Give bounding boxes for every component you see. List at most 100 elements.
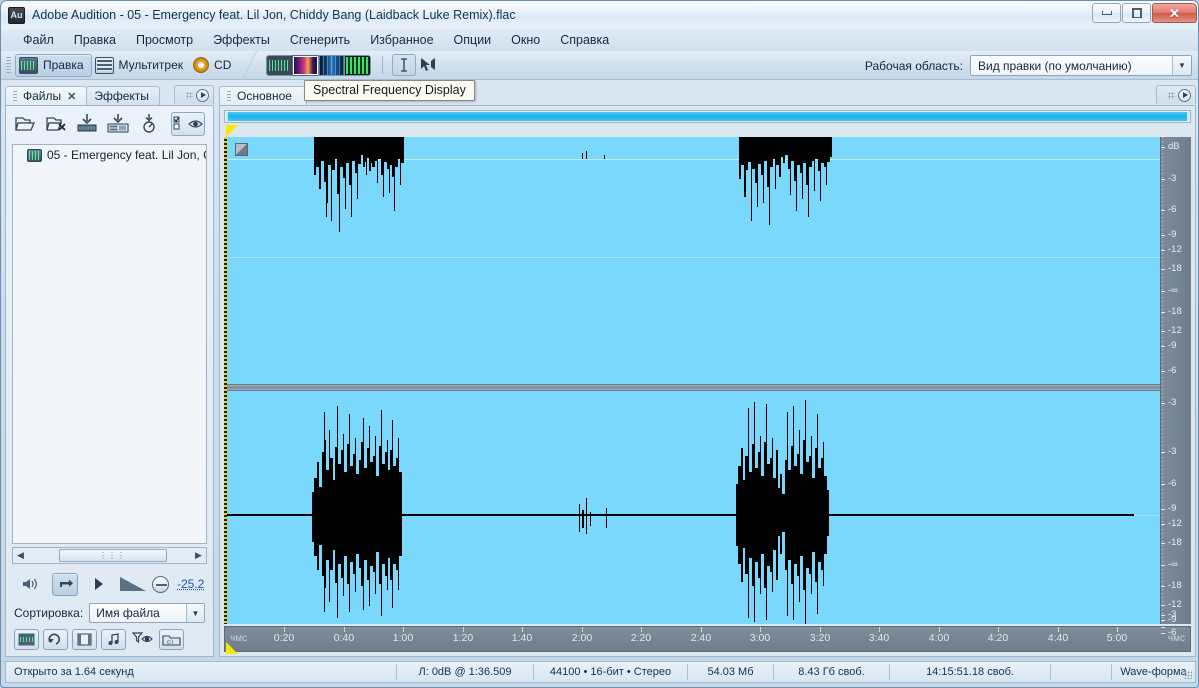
time-tick-label: 0:40: [333, 632, 355, 644]
workspace-label: Рабочая область:: [864, 58, 963, 73]
time-tick-label: 2:40: [690, 632, 712, 644]
menu-item-file[interactable]: Файл: [13, 31, 64, 49]
tab-effects[interactable]: Эффекты: [86, 86, 160, 105]
filter-midi-icon[interactable]: [101, 628, 126, 650]
files-panel-menu[interactable]: [174, 85, 214, 104]
close-icon[interactable]: ✕: [67, 90, 76, 103]
mode-button-cd[interactable]: CD: [190, 54, 238, 77]
filter-folder-icon[interactable]: c:\: [159, 628, 184, 650]
workspace-select[interactable]: Вид правки (по умолчанию) ▼: [970, 55, 1192, 76]
restore-icon: [1131, 8, 1142, 18]
view-mode[interactable]: Wave-форма: [1112, 662, 1195, 682]
waveform-display[interactable]: [224, 137, 1191, 624]
spectral-phase-view-button[interactable]: [344, 54, 372, 76]
volume-value[interactable]: -25.2: [177, 577, 204, 591]
panel-menu-icon[interactable]: [1178, 88, 1191, 102]
db-tick-label: -12: [1168, 518, 1182, 529]
free-time[interactable]: 14:15:51.18 своб.: [890, 662, 1050, 682]
db-tick-label: -6: [1168, 204, 1177, 215]
waveform-right-channel: [224, 400, 1134, 624]
filter-view-icon[interactable]: [130, 629, 155, 650]
audio-format[interactable]: 44100 • 16-бит • Стерео: [534, 662, 687, 682]
play-button[interactable]: [86, 573, 112, 596]
mode-button-edit[interactable]: Правка: [15, 53, 92, 77]
chevron-down-icon[interactable]: ▼: [186, 604, 204, 622]
file-size[interactable]: 54.03 Мб: [688, 662, 773, 682]
volume-knob[interactable]: [152, 575, 169, 593]
panel-menu-icon[interactable]: [196, 88, 209, 102]
waveform-view-button[interactable]: [266, 54, 294, 76]
time-tick-label: 2:20: [630, 632, 652, 644]
menu-item-help[interactable]: Справка: [550, 31, 619, 49]
playhead-start-marker-icon[interactable]: [226, 125, 238, 137]
preview-speaker-button[interactable]: [18, 573, 44, 596]
marquee-cursor-icon: [421, 58, 436, 71]
close-button[interactable]: ✕: [1152, 3, 1197, 23]
time-selection-tool-button[interactable]: [392, 54, 417, 76]
spectral-frequency-view-button[interactable]: [292, 54, 320, 76]
svg-text:c:\: c:\: [167, 640, 174, 646]
menu-item-effects[interactable]: Эффекты: [203, 31, 280, 49]
scrollbar-thumb[interactable]: [226, 112, 1189, 121]
time-tick-label: 2:00: [571, 632, 593, 644]
tab-files[interactable]: Файлы ✕: [5, 86, 88, 105]
toolbar-grip[interactable]: [6, 56, 11, 74]
channel-resize-handle-left[interactable]: [235, 143, 248, 156]
mode-button-multitrack[interactable]: Мультитрек: [92, 54, 190, 77]
menu-item-favorites[interactable]: Избранное: [360, 31, 443, 49]
db-tick-label: -9: [1168, 340, 1177, 351]
minimize-button[interactable]: [1092, 3, 1121, 23]
minimize-icon: [1101, 11, 1112, 15]
show-columns-icon[interactable]: [171, 112, 205, 136]
files-panel-body: 05 - Emergency feat. Lil Jon, Chid ◀ ⋮⋮⋮…: [5, 105, 214, 657]
menu-item-edit[interactable]: Правка: [64, 31, 126, 49]
files-list-hscrollbar[interactable]: ◀ ⋮⋮⋮ ▶: [12, 547, 207, 564]
filter-loop-icon[interactable]: [43, 628, 68, 650]
tab-main[interactable]: Основное: [219, 86, 307, 105]
lasso-selection-tool-button[interactable]: [416, 54, 440, 76]
filter-audio-icon[interactable]: [14, 628, 39, 650]
scroll-right-icon[interactable]: ▶: [191, 550, 206, 561]
db-tick-label: -3: [1168, 446, 1177, 457]
time-ruler[interactable]: чмс чмс 0:20 0:40 1:00 1:20 1:40 2:00 2:…: [224, 626, 1191, 652]
sort-select[interactable]: Имя файла ▼: [89, 603, 205, 623]
list-item[interactable]: 05 - Emergency feat. Lil Jon, Chid: [13, 145, 206, 165]
channel-divider[interactable]: [224, 384, 1191, 391]
empty-cell: [1051, 662, 1111, 682]
tooltip: Spectral Frequency Display: [304, 80, 475, 101]
chevron-down-icon[interactable]: ▼: [1172, 56, 1191, 75]
files-list[interactable]: 05 - Emergency feat. Lil Jon, Chid: [12, 144, 207, 544]
menu-item-generate[interactable]: Сгенерить: [280, 31, 360, 49]
free-space[interactable]: 8.43 Гб своб.: [774, 662, 889, 682]
close-file-icon[interactable]: [45, 113, 67, 135]
main-toolbar: Правка Мультитрек CD Рабочая область: Ви…: [1, 50, 1198, 80]
playhead-end-marker-icon[interactable]: [226, 642, 238, 654]
menu-item-options[interactable]: Опции: [444, 31, 502, 49]
sort-row: Сортировка: Имя файла ▼: [14, 602, 205, 624]
metadata-icon[interactable]: [138, 113, 160, 135]
scrollbar-thumb[interactable]: ⋮⋮⋮: [58, 549, 167, 562]
filter-video-icon[interactable]: [72, 628, 97, 650]
menu-item-view[interactable]: Просмотр: [126, 31, 203, 49]
peak-level[interactable]: Л: 0dB @ 1:36.509: [397, 662, 533, 682]
db-label-top: dB: [1168, 141, 1180, 152]
resize-grip-icon[interactable]: [1184, 671, 1192, 679]
scroll-left-icon[interactable]: ◀: [13, 550, 28, 561]
selection-left-edge[interactable]: [224, 137, 227, 624]
menu-item-window[interactable]: Окно: [501, 31, 550, 49]
time-tick-label: 0:20: [273, 632, 295, 644]
insert-into-multitrack-icon[interactable]: [76, 113, 98, 135]
db-tick-label: -18: [1168, 306, 1182, 317]
insert-into-cd-list-icon[interactable]: [107, 113, 129, 135]
editor-panel-menu[interactable]: [1156, 85, 1196, 104]
open-file-icon[interactable]: [14, 113, 36, 135]
db-tick-label: -18: [1168, 580, 1182, 591]
spectral-pan-view-button[interactable]: [318, 54, 346, 76]
db-ruler[interactable]: dB -3 -6 -9 -12 -18 -∞ -18 -12 -9 -6 -3 …: [1160, 137, 1191, 638]
marker-strip[interactable]: [224, 124, 1191, 137]
files-toolbar: [6, 106, 213, 142]
restore-button[interactable]: [1122, 3, 1151, 23]
horizontal-zoom-scrollbar[interactable]: [224, 110, 1191, 123]
audio-file-icon: [27, 148, 42, 162]
auto-play-button[interactable]: [52, 572, 78, 596]
